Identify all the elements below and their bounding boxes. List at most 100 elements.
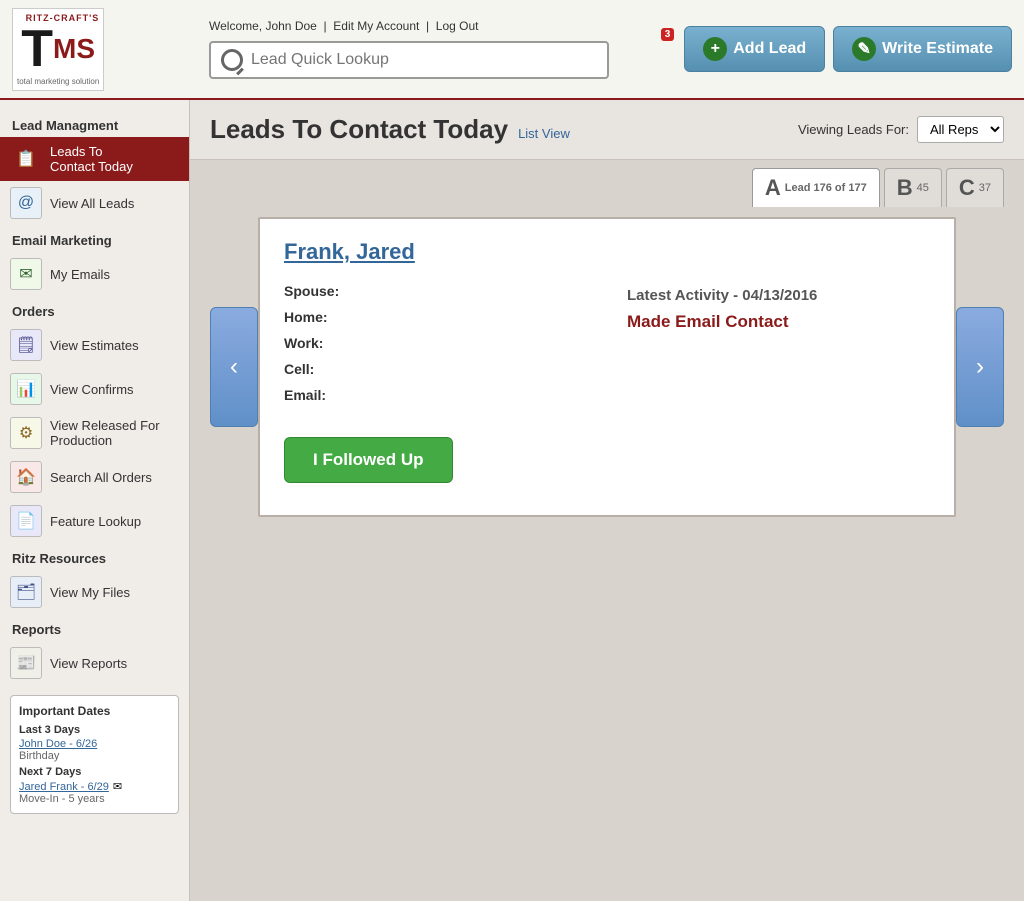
top-center: Welcome, John Doe | Edit My Account | Lo… (209, 19, 660, 79)
sidebar-item-my-emails[interactable]: ✉ My Emails (0, 252, 189, 296)
ritz-resources-title: Ritz Resources (0, 543, 189, 570)
view-confirms-icon: 📊 (10, 373, 42, 405)
logo-area: RITZ-CRAFT'S T MS total marketing soluti… (12, 8, 197, 91)
top-buttons: 3 + Add Lead ✎ Write Estimate (672, 26, 1012, 72)
logo-tagline: total marketing solution (17, 77, 99, 86)
activity-date: Latest Activity - 04/13/2016 (627, 287, 930, 304)
lead-field-spouse: Spouse: (284, 283, 587, 299)
sidebar-leads-today-label: Leads ToContact Today (50, 144, 133, 174)
next-lead-button[interactable]: › (956, 307, 1004, 427)
search-icon (221, 49, 243, 71)
lead-activity: Latest Activity - 04/13/2016 Made Email … (627, 283, 930, 483)
logo-t-letter: T (21, 23, 53, 75)
activity-status: Made Email Contact (627, 312, 930, 332)
email-marketing-title: Email Marketing (0, 225, 189, 252)
search-bar (209, 41, 609, 79)
spouse-label: Spouse: (284, 283, 354, 299)
content-header: Leads To Contact Today List View Viewing… (190, 100, 1024, 160)
next7-label: Next 7 Days (19, 766, 170, 778)
reports-title: Reports (0, 614, 189, 641)
tab-a-label: Lead 176 of 177 (785, 182, 867, 194)
logo-box: RITZ-CRAFT'S T MS total marketing soluti… (12, 8, 104, 91)
sidebar-item-view-released[interactable]: ⚙ View Released For Production (0, 411, 189, 455)
list-view-link[interactable]: List View (518, 126, 570, 141)
prev-lead-button[interactable]: ‹ (210, 307, 258, 427)
sidebar-item-leads-today[interactable]: 📋 Leads ToContact Today (0, 137, 189, 181)
sidebar-item-view-confirms[interactable]: 📊 View Confirms (0, 367, 189, 411)
viewing-label: Viewing Leads For: (798, 122, 909, 137)
lead-field-work: Work: (284, 335, 587, 351)
edit-account-link[interactable]: Edit My Account (333, 19, 419, 33)
lead-fields: Spouse: Home: Work: Cell: (284, 283, 587, 483)
top-bar: RITZ-CRAFT'S T MS total marketing soluti… (0, 0, 1024, 100)
tab-b-count: 45 (917, 182, 929, 194)
tab-b[interactable]: B 45 (884, 168, 942, 207)
lead-details: Spouse: Home: Work: Cell: (284, 283, 930, 483)
add-lead-icon: + (703, 37, 727, 61)
sidebar-item-search-all-orders[interactable]: 🏠 Search All Orders (0, 455, 189, 499)
email-label: Email: (284, 387, 354, 403)
page-title: Leads To Contact Today (210, 114, 508, 145)
add-lead-button[interactable]: + Add Lead (684, 26, 825, 72)
lead-field-email: Email: (284, 387, 587, 403)
imp-person2-event: Move-In - 5 years (19, 793, 170, 805)
leads-today-icon: 📋 (10, 143, 42, 175)
view-released-icon: ⚙ (10, 417, 42, 449)
viewing-group: Viewing Leads For: All Reps (798, 116, 1004, 143)
sidebar-item-view-all-leads[interactable]: @ View All Leads (0, 181, 189, 225)
content-title-group: Leads To Contact Today List View (210, 114, 570, 145)
notification-badge: 3 (661, 28, 675, 41)
last3-label: Last 3 Days (19, 724, 170, 736)
sidebar-view-reports-label: View Reports (50, 656, 127, 671)
user-bar: Welcome, John Doe | Edit My Account | Lo… (209, 19, 660, 33)
sidebar-view-all-leads-label: View All Leads (50, 196, 134, 211)
sidebar-item-view-my-files[interactable]: 🗂 View My Files (0, 570, 189, 614)
tab-b-letter: B (897, 175, 913, 201)
sidebar-item-view-estimates[interactable]: 🗒 View Estimates (0, 323, 189, 367)
search-input[interactable] (251, 51, 597, 69)
imp-person1-name[interactable]: John Doe - 6/26 (19, 738, 97, 750)
work-label: Work: (284, 335, 354, 351)
tab-a-letter: A (765, 175, 781, 201)
tab-c-count: 37 (979, 182, 991, 194)
imp-person2-name[interactable]: Jared Frank - 6/29 (19, 781, 109, 793)
logo-ms-letters: MS (53, 35, 95, 63)
sidebar-item-feature-lookup[interactable]: 📄 Feature Lookup (0, 499, 189, 543)
sidebar-item-view-reports[interactable]: 📰 View Reports (0, 641, 189, 685)
lead-field-cell: Cell: (284, 361, 587, 377)
feature-lookup-icon: 📄 (10, 505, 42, 537)
tab-c[interactable]: C 37 (946, 168, 1004, 207)
log-out-link[interactable]: Log Out (436, 19, 479, 33)
content-area: Leads To Contact Today List View Viewing… (190, 100, 1024, 901)
tab-c-letter: C (959, 175, 975, 201)
logo-tms: T MS (21, 23, 95, 75)
sidebar-view-confirms-label: View Confirms (50, 382, 134, 397)
email-icon: ✉ (113, 780, 122, 793)
search-orders-icon: 🏠 (10, 461, 42, 493)
write-estimate-icon: ✎ (852, 37, 876, 61)
imp-person1-event: Birthday (19, 750, 170, 762)
write-estimate-label: Write Estimate (882, 40, 993, 58)
lead-name[interactable]: Frank, Jared (284, 239, 930, 265)
sidebar: Lead Managment 📋 Leads ToContact Today @… (0, 100, 190, 901)
my-emails-icon: ✉ (10, 258, 42, 290)
lead-management-title: Lead Managment (0, 110, 189, 137)
view-reports-icon: 📰 (10, 647, 42, 679)
add-lead-label: Add Lead (733, 40, 806, 58)
my-files-icon: 🗂 (10, 576, 42, 608)
sidebar-search-orders-label: Search All Orders (50, 470, 152, 485)
lead-card: Frank, Jared Spouse: Home: Work: (258, 217, 956, 517)
followed-up-button[interactable]: I Followed Up (284, 437, 453, 483)
viewing-select[interactable]: All Reps (917, 116, 1004, 143)
tabs-area: A Lead 176 of 177 B 45 C 37 (190, 160, 1024, 207)
cell-label: Cell: (284, 361, 354, 377)
view-all-leads-icon: @ (10, 187, 42, 219)
write-estimate-button[interactable]: ✎ Write Estimate (833, 26, 1012, 72)
orders-title: Orders (0, 296, 189, 323)
welcome-text: Welcome, John Doe (209, 19, 317, 33)
tab-a[interactable]: A Lead 176 of 177 (752, 168, 880, 207)
main-layout: Lead Managment 📋 Leads ToContact Today @… (0, 100, 1024, 901)
lead-field-home: Home: (284, 309, 587, 325)
sidebar-feature-lookup-label: Feature Lookup (50, 514, 141, 529)
sidebar-view-estimates-label: View Estimates (50, 338, 139, 353)
